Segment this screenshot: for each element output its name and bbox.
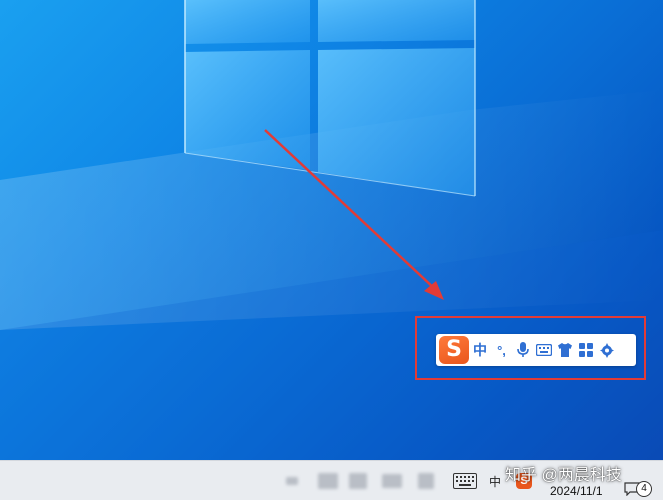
chinese-mode-toggle[interactable]: 中	[469, 336, 491, 364]
skin-shirt-icon[interactable]	[554, 336, 575, 364]
toolbox-grid-icon[interactable]	[575, 336, 596, 364]
clock-date[interactable]: 2024/11/1	[550, 484, 603, 498]
desktop: S 中 °,	[0, 0, 663, 460]
voice-microphone-icon[interactable]	[512, 336, 533, 364]
soft-keyboard-icon[interactable]	[533, 336, 554, 364]
annotation-arrow	[264, 129, 444, 300]
settings-gear-icon[interactable]	[596, 336, 617, 364]
touch-keyboard-icon[interactable]	[452, 472, 478, 490]
blurred-taskbar-icon	[418, 473, 434, 489]
taskbar: 中 S 知乎 @两晨科技 2024/11/1 4	[0, 460, 663, 500]
sogou-logo[interactable]: S	[439, 336, 469, 364]
sogou-ime-toolbar[interactable]: S 中 °,	[436, 334, 636, 366]
blurred-taskbar-icon	[318, 473, 338, 489]
blurred-taskbar-icon	[286, 477, 298, 485]
blurred-taskbar-icon	[349, 473, 367, 489]
input-language-indicator[interactable]: 中	[488, 471, 502, 491]
notification-badge: 4	[636, 481, 652, 497]
punctuation-toggle[interactable]: °,	[491, 336, 512, 364]
notification-center-icon[interactable]: 4	[624, 479, 652, 499]
watermark-text: 知乎 @两晨科技	[505, 467, 622, 484]
blurred-taskbar-icon	[382, 474, 402, 488]
